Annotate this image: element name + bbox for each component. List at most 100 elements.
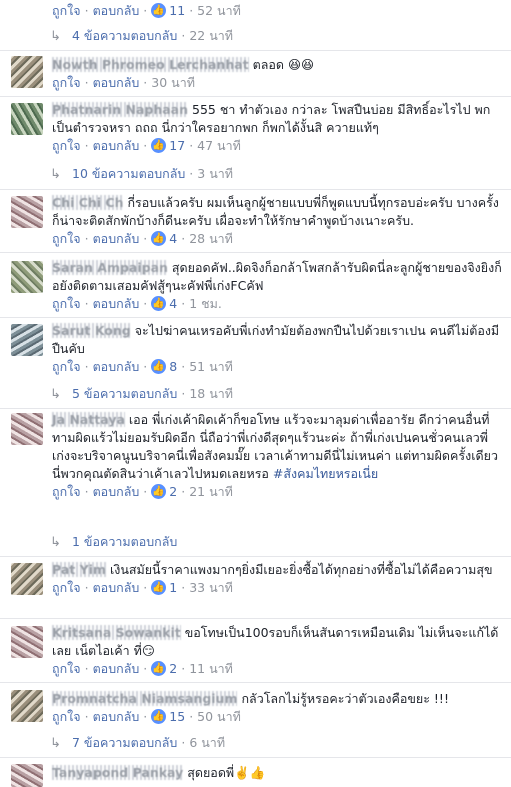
avatar[interactable]	[11, 196, 43, 228]
reply-link[interactable]: ตอบกลับ	[93, 3, 140, 18]
commenter-name[interactable]: Kritsana Sowankit	[52, 625, 181, 640]
like-count[interactable]: 1	[169, 580, 177, 595]
like-link[interactable]: ถูกใจ	[52, 3, 81, 18]
comment-actions: ถูกใจ·ตอบกลับ·11·52 นาที	[52, 2, 503, 20]
like-count[interactable]: 8	[169, 359, 177, 374]
comment-actions: ถูกใจ · ตอบกลับ · 30 นาที	[52, 74, 503, 92]
comment-time[interactable]: 47 นาที	[197, 138, 241, 153]
like-link[interactable]: ถูกใจ	[52, 484, 81, 499]
reply-link[interactable]: ตอบกลับ	[93, 580, 140, 595]
like-link[interactable]: ถูกใจ	[52, 231, 81, 246]
reply-thread-link[interactable]: ↳ 4 ข้อความตอบกลับ · 22 นาที	[50, 27, 233, 45]
reply-link[interactable]: ตอบกลับ	[93, 296, 140, 311]
avatar[interactable]	[11, 626, 43, 658]
reply-link[interactable]: ตอบกลับ	[93, 359, 140, 374]
commenter-name[interactable]: Saran Ampaipan	[52, 260, 168, 275]
separator: ·	[143, 580, 148, 595]
divider	[0, 556, 511, 557]
comment-actions: ถูกใจ·ตอบกลับ·8·51 นาที	[52, 358, 503, 376]
comment-time[interactable]: 50 นาที	[197, 709, 241, 724]
comment-time[interactable]: 28 นาที	[189, 231, 233, 246]
avatar[interactable]	[11, 324, 43, 356]
separator: ·	[143, 231, 148, 246]
like-link[interactable]: ถูกใจ	[52, 709, 81, 724]
like-link[interactable]: ถูกใจ	[52, 580, 81, 595]
commenter-name[interactable]: Promnatcha Niamsangium	[52, 691, 238, 706]
divider	[0, 189, 511, 190]
like-icon[interactable]	[151, 483, 167, 501]
commenter-name[interactable]: Phatnarin Naphaan	[52, 102, 189, 117]
reply-count[interactable]: 4 ข้อความตอบกลับ	[72, 28, 177, 43]
reply-link[interactable]: ตอบกลับ	[93, 484, 140, 499]
like-icon[interactable]	[151, 295, 167, 313]
avatar[interactable]	[11, 261, 43, 293]
comment-time[interactable]: 52 นาที	[197, 3, 241, 18]
reply-link[interactable]: ตอบกลับ	[93, 75, 140, 90]
avatar[interactable]	[11, 413, 43, 445]
separator: ·	[143, 138, 148, 153]
comment-time[interactable]: 21 นาที	[189, 484, 233, 499]
reply-thread-link[interactable]: ↳ 10 ข้อความตอบกลับ · 3 นาที	[50, 165, 233, 183]
like-count[interactable]: 15	[169, 709, 185, 724]
reply-thread-link[interactable]: ↳ 1 ข้อความตอบกลับ	[50, 533, 177, 551]
separator: ·	[84, 138, 89, 153]
avatar[interactable]	[11, 764, 43, 787]
reply-count[interactable]: 1 ข้อความตอบกลับ	[72, 534, 177, 549]
hashtag-link[interactable]: #สังคมไทยหรอเนี่ย	[273, 466, 378, 481]
like-link[interactable]: ถูกใจ	[52, 296, 81, 311]
like-icon[interactable]	[151, 708, 167, 726]
commenter-name[interactable]: Tanyapond Pankay	[52, 765, 184, 780]
reply-link[interactable]: ตอบกลับ	[93, 709, 140, 724]
reply-count[interactable]: 7 ข้อความตอบกลับ	[72, 735, 177, 750]
separator: ·	[181, 28, 186, 43]
avatar[interactable]	[11, 690, 43, 722]
separator: ·	[181, 580, 186, 595]
like-count[interactable]: 11	[169, 3, 185, 18]
comment-actions: ถูกใจ·ตอบกลับ·1·33 นาที	[52, 579, 503, 597]
comment-time[interactable]: 1 ชม.	[189, 296, 222, 311]
like-count[interactable]: 2	[169, 484, 177, 499]
comment-actions: ถูกใจ·ตอบกลับ·2·21 นาที	[52, 483, 503, 501]
like-link[interactable]: ถูกใจ	[52, 75, 81, 90]
like-link[interactable]: ถูกใจ	[52, 359, 81, 374]
reply-count[interactable]: 5 ข้อความตอบกลับ	[72, 386, 177, 401]
reply-link[interactable]: ตอบกลับ	[93, 231, 140, 246]
commenter-name[interactable]: Sarut Kong	[52, 323, 131, 338]
divider	[0, 96, 511, 97]
commenter-name[interactable]: Chi Chi Ch	[52, 195, 124, 210]
like-icon[interactable]	[151, 358, 167, 376]
reply-link[interactable]: ตอบกลับ	[93, 138, 140, 153]
like-icon[interactable]	[151, 660, 167, 678]
separator: ·	[181, 735, 186, 750]
commenter-name[interactable]: Ja Nattaya	[52, 412, 125, 427]
reply-thread-link[interactable]: ↳ 5 ข้อความตอบกลับ · 18 นาที	[50, 385, 233, 403]
commenter-name[interactable]: Pat Yim	[52, 562, 106, 577]
comment-time[interactable]: 11 นาที	[189, 661, 233, 676]
comment-time[interactable]: 51 นาที	[189, 359, 233, 374]
reply-thread-link[interactable]: ↳ 7 ข้อความตอบกลับ · 6 นาที	[50, 734, 225, 752]
like-icon[interactable]	[151, 230, 167, 248]
like-icon[interactable]	[151, 579, 167, 597]
avatar[interactable]	[11, 103, 43, 135]
comment-time[interactable]: 33 นาที	[189, 580, 233, 595]
separator: ·	[143, 359, 148, 374]
reply-arrow-icon: ↳	[50, 736, 61, 751]
like-link[interactable]: ถูกใจ	[52, 661, 81, 676]
like-icon[interactable]	[151, 2, 167, 20]
like-count[interactable]: 4	[169, 296, 177, 311]
separator: ·	[143, 3, 148, 18]
like-count[interactable]: 17	[169, 138, 185, 153]
like-icon[interactable]	[151, 137, 167, 155]
commenter-name[interactable]: Nowth Phromeo Lerchanhat	[52, 57, 249, 72]
reply-link[interactable]: ตอบกลับ	[93, 661, 140, 676]
avatar[interactable]	[11, 56, 43, 88]
separator: ·	[181, 661, 186, 676]
like-link[interactable]: ถูกใจ	[52, 138, 81, 153]
reply-count[interactable]: 10 ข้อความตอบกลับ	[72, 166, 185, 181]
like-count[interactable]: 2	[169, 661, 177, 676]
avatar[interactable]	[11, 563, 43, 595]
divider	[0, 618, 511, 619]
like-count[interactable]: 4	[169, 231, 177, 246]
separator: ·	[84, 231, 89, 246]
comment-time[interactable]: 30 นาที	[151, 75, 195, 90]
